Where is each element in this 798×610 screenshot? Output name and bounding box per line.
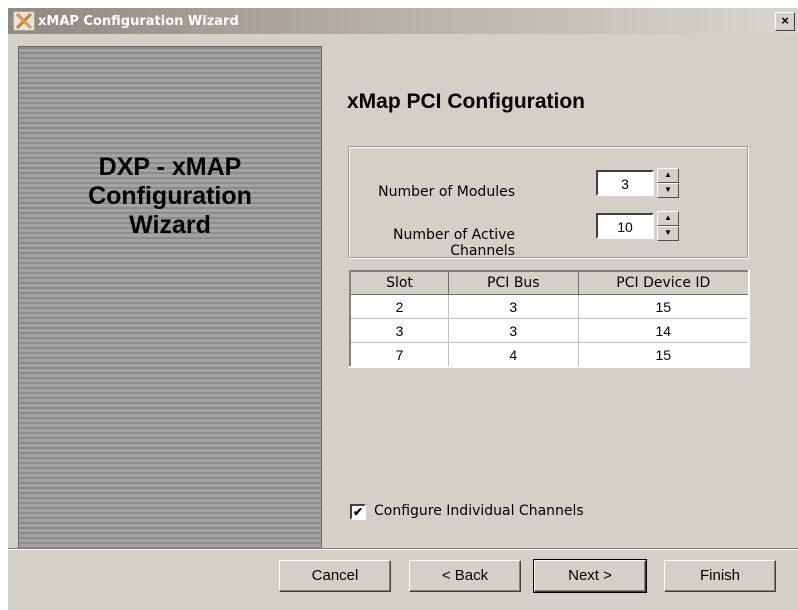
wizard-side-title: DXP - xMAP Configuration Wizard [19, 153, 321, 240]
title-bar[interactable]: xMAP Configuration Wizard × [8, 8, 798, 34]
side-title-line-1: DXP - xMAP [98, 153, 242, 181]
side-title-line-2: Configuration [88, 182, 252, 210]
modules-down-arrow-icon[interactable]: ▼ [657, 183, 679, 198]
column-header-pci-bus[interactable]: PCI Bus [448, 270, 579, 295]
channels-value: 10 [617, 219, 633, 235]
table-cell-pci-device-id[interactable]: 15 [578, 294, 750, 319]
column-header-pci-device-id[interactable]: PCI Device ID [577, 270, 750, 295]
pci-table: Slot PCI Bus PCI Device ID 2 3 15 3 3 14… [349, 270, 750, 368]
column-header-slot[interactable]: Slot [349, 270, 450, 295]
table-cell-pci-bus[interactable]: 4 [448, 342, 579, 368]
modules-label: Number of Modules [378, 184, 515, 200]
configure-individual-checkbox[interactable]: ✔ [350, 504, 366, 520]
table-row[interactable]: 3 3 14 [350, 318, 750, 343]
channels-spinner-input[interactable]: 10 [596, 213, 654, 239]
modules-spinner-arrows: ▲ ▼ [657, 168, 679, 198]
table-row[interactable]: 2 3 15 [350, 294, 750, 319]
table-cell-pci-bus[interactable]: 3 [448, 294, 579, 319]
close-button[interactable]: × [775, 12, 795, 31]
table-cell-slot[interactable]: 2 [350, 294, 450, 319]
table-cell-pci-bus[interactable]: 3 [448, 318, 579, 343]
side-title-line-3: Wizard [129, 211, 211, 239]
window-title: xMAP Configuration Wizard [38, 14, 239, 29]
page-title: xMap PCI Configuration [347, 90, 585, 113]
channels-up-arrow-icon[interactable]: ▲ [657, 211, 679, 226]
cancel-button[interactable]: Cancel [279, 560, 391, 592]
modules-value: 3 [621, 176, 629, 192]
next-button[interactable]: Next > [533, 559, 647, 593]
table-cell-slot[interactable]: 7 [350, 342, 450, 368]
finish-button[interactable]: Finish [664, 560, 776, 592]
back-button[interactable]: < Back [409, 560, 521, 592]
table-header-row: Slot PCI Bus PCI Device ID [349, 270, 750, 295]
channels-label: Number of Active Channels [393, 227, 515, 259]
channels-down-arrow-icon[interactable]: ▼ [657, 226, 679, 241]
table-cell-pci-device-id[interactable]: 14 [578, 318, 750, 343]
x-logo-icon [15, 12, 33, 30]
button-divider [8, 548, 798, 550]
table-cell-pci-device-id[interactable]: 15 [578, 342, 750, 368]
close-icon: × [781, 13, 789, 28]
settings-group: Number of Modules Number of Active Chann… [348, 146, 748, 259]
app-icon [13, 11, 35, 31]
wizard-side-panel: DXP - xMAP Configuration Wizard [18, 46, 322, 550]
modules-spinner-input[interactable]: 3 [596, 170, 654, 196]
channels-spinner-arrows: ▲ ▼ [657, 211, 679, 241]
modules-up-arrow-icon[interactable]: ▲ [657, 168, 679, 183]
check-mark-icon: ✔ [352, 505, 364, 519]
configure-individual-label[interactable]: Configure Individual Channels [374, 503, 584, 519]
table-cell-slot[interactable]: 3 [350, 318, 450, 343]
table-row[interactable]: 7 4 15 [350, 342, 750, 368]
